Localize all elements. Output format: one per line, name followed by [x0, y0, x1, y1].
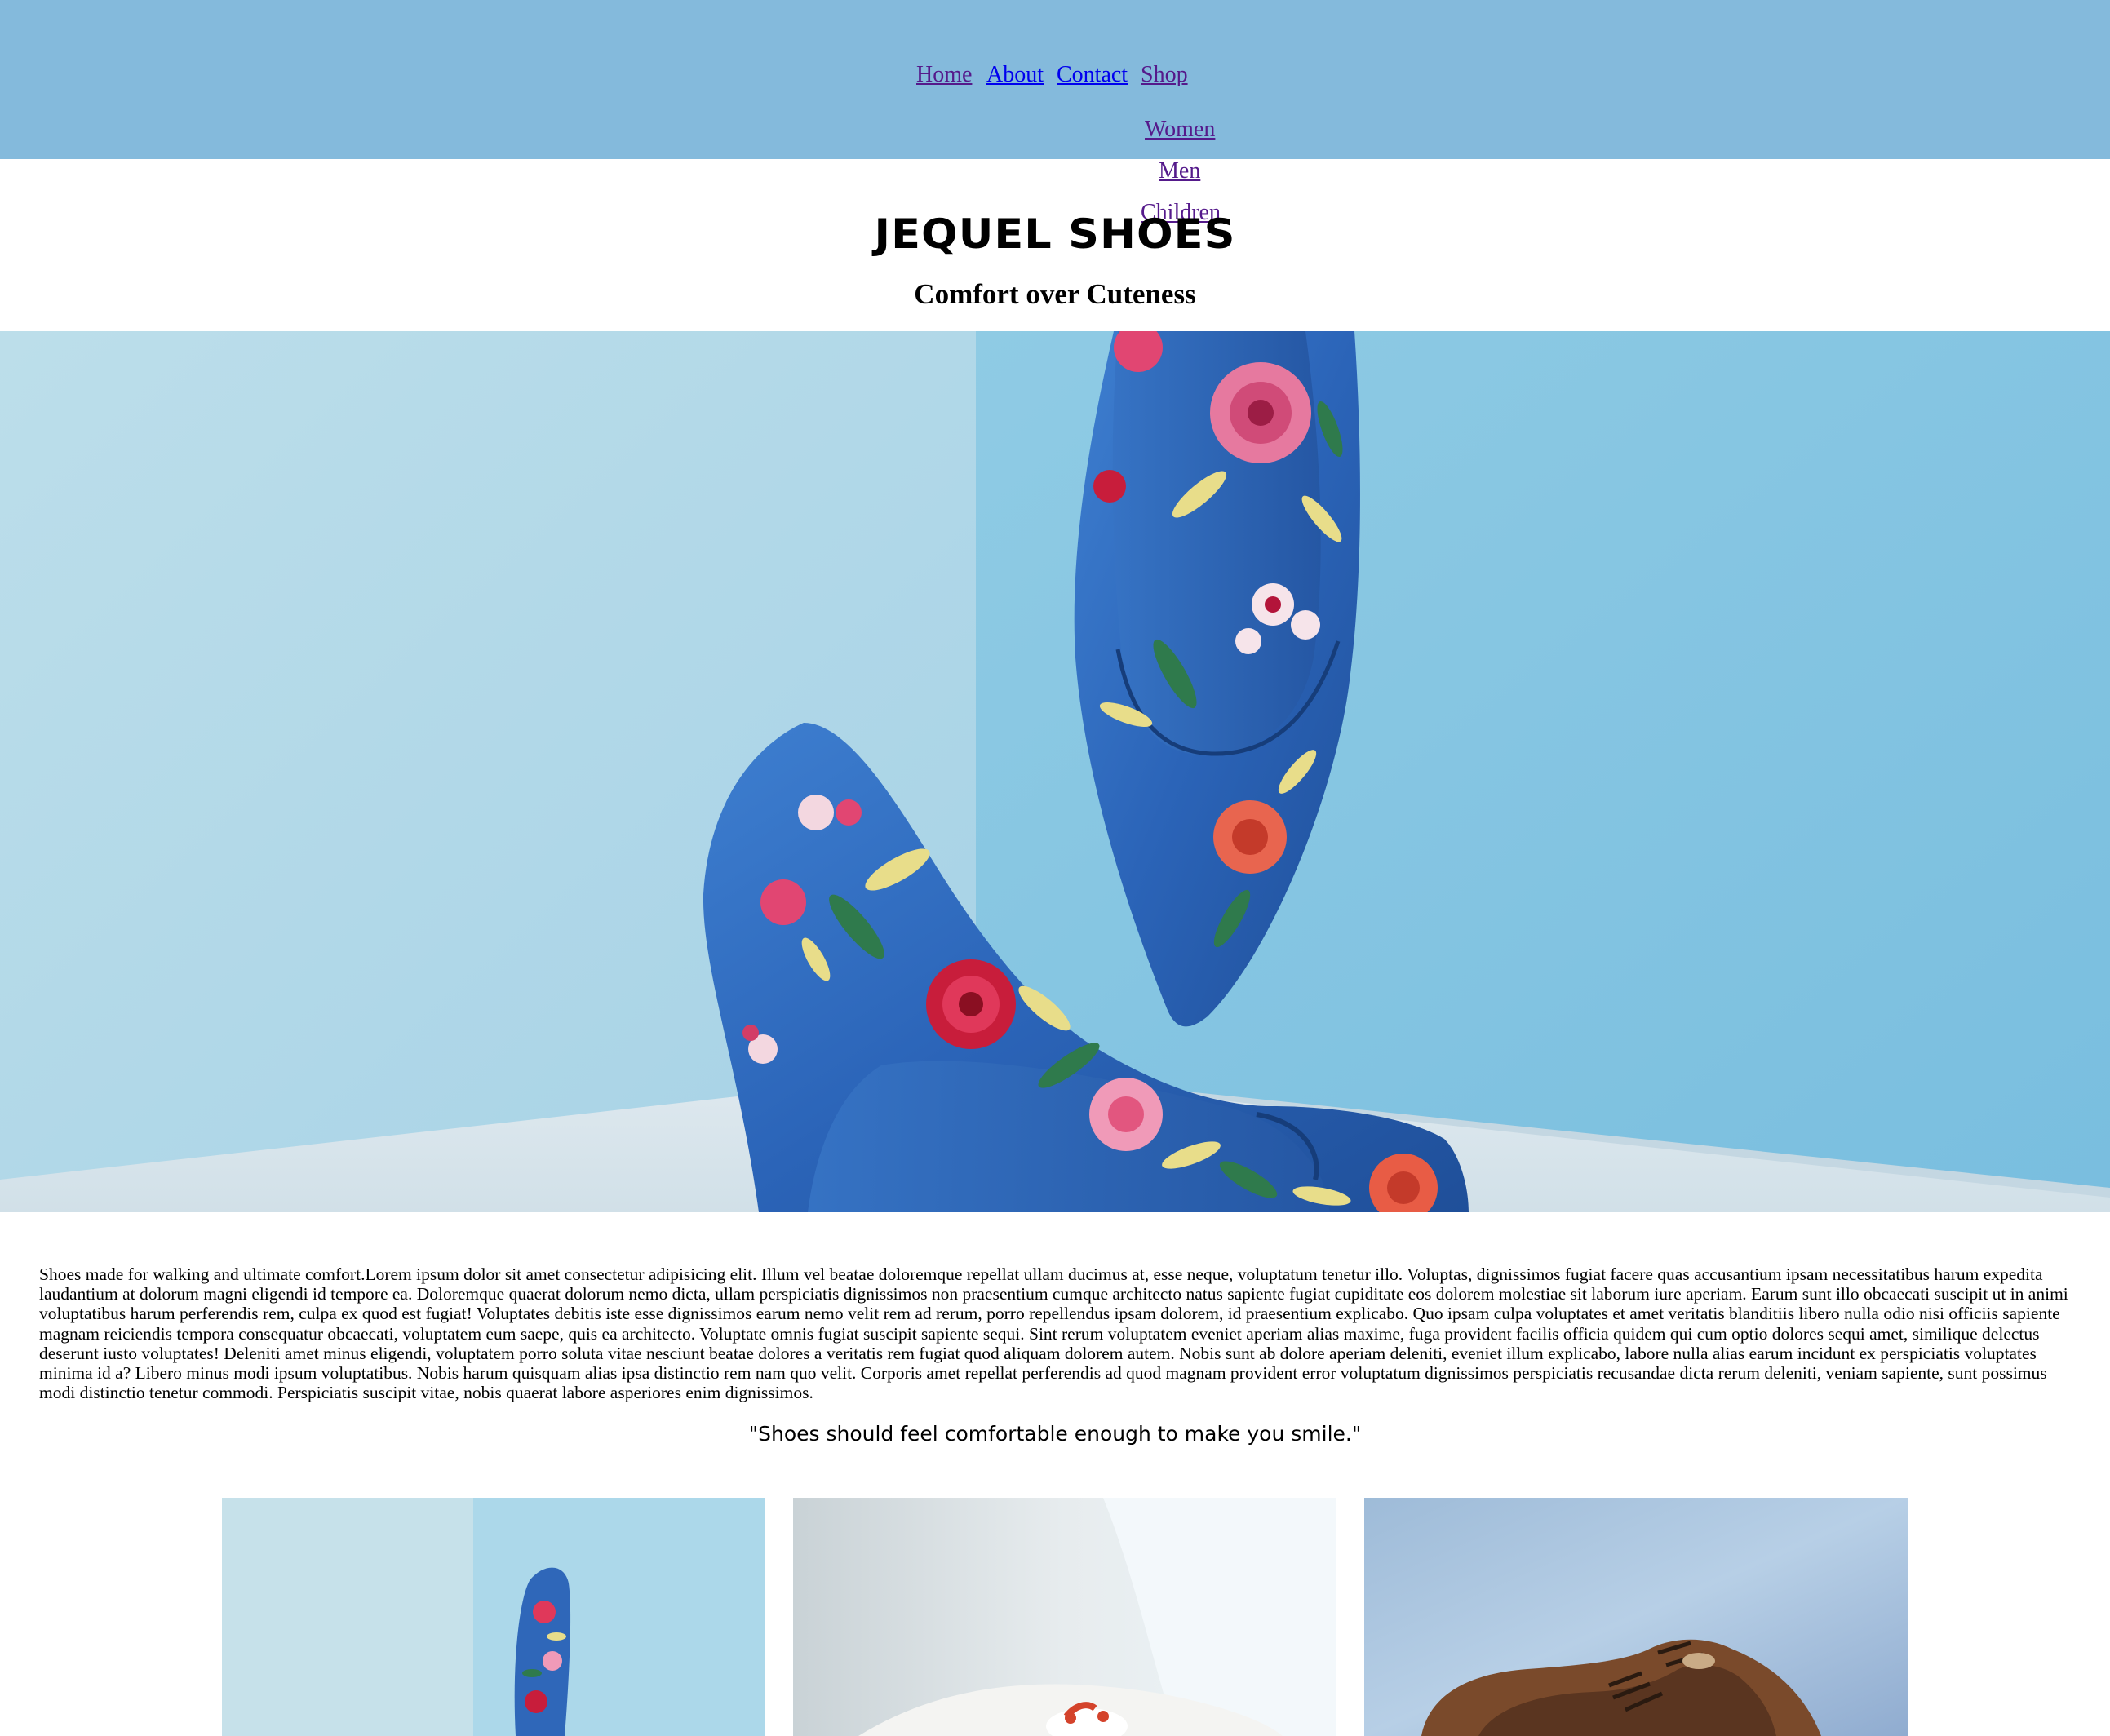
- hero-image: [0, 331, 2110, 1212]
- submenu-link-women[interactable]: Women: [1145, 113, 1215, 146]
- gallery-image-floral-heel: [222, 1498, 765, 1736]
- nav-link-shop[interactable]: Shop: [1141, 57, 1188, 93]
- white-sneakers-thumbnail: [793, 1498, 1336, 1736]
- pull-quote: "Shoes should feel comfortable enough to…: [748, 1422, 1362, 1446]
- gallery-image-white-sneakers: [793, 1498, 1336, 1736]
- site-tagline: Comfort over Cuteness: [914, 278, 1196, 310]
- floral-heel-thumbnail: [222, 1498, 765, 1736]
- intro-paragraph: Shoes made for walking and ultimate comf…: [39, 1264, 2068, 1403]
- nav-link-home[interactable]: Home: [916, 57, 972, 93]
- submenu-link-men[interactable]: Men: [1159, 155, 1200, 188]
- site-title: JEQUEL SHOES: [874, 210, 1236, 258]
- brown-shoes-thumbnail: [1364, 1498, 1908, 1736]
- nav-link-about[interactable]: About: [986, 57, 1044, 93]
- nav-link-contact[interactable]: Contact: [1057, 57, 1128, 93]
- main-nav: Home About Contact Shop: [0, 57, 2110, 98]
- floral-heels-illustration: [0, 331, 2110, 1212]
- gallery-image-brown-shoes: [1364, 1498, 1908, 1736]
